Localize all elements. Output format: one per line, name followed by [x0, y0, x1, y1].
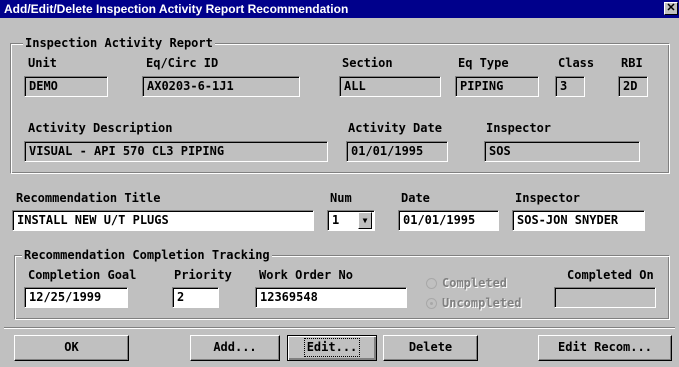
- class-label: Class: [558, 56, 595, 70]
- delete-button[interactable]: Delete: [383, 335, 478, 361]
- activity-description-field: VISUAL - API 570 CL3 PIPING: [24, 141, 328, 162]
- recommendation-title-input[interactable]: INSTALL NEW U/T PLUGS: [12, 210, 314, 231]
- edit-button[interactable]: Edit...: [287, 335, 377, 361]
- eq-type-label: Eq Type: [458, 56, 509, 70]
- activity-description-label: Activity Description: [28, 121, 173, 135]
- ok-button[interactable]: OK: [14, 335, 129, 361]
- completion-tracking-legend: Recommendation Completion Tracking: [22, 248, 272, 262]
- button-separator: [4, 327, 675, 329]
- num-dropdown-button[interactable]: ▼: [358, 212, 372, 229]
- num-label: Num: [330, 191, 352, 205]
- section-label: Section: [342, 56, 393, 70]
- eq-type-field: PIPING: [455, 76, 539, 97]
- inspection-activity-report-legend: Inspection Activity Report: [23, 36, 215, 50]
- edit-recom-button[interactable]: Edit Recom...: [538, 335, 672, 361]
- completed-label: Completed: [442, 276, 508, 290]
- add-button[interactable]: Add...: [190, 335, 280, 361]
- work-order-input[interactable]: 12369548: [255, 287, 407, 308]
- unit-field: DEMO: [24, 76, 108, 97]
- work-order-label: Work Order No: [259, 268, 353, 282]
- window-title: Add/Edit/Delete Inspection Activity Repo…: [4, 2, 349, 16]
- chevron-down-icon: ▼: [362, 216, 368, 225]
- uncompleted-radio[interactable]: [426, 298, 437, 309]
- recommendation-date-input[interactable]: 01/01/1995: [398, 210, 499, 231]
- num-value: 1: [332, 213, 340, 227]
- unit-label: Unit: [28, 56, 57, 70]
- uncompleted-label: Uncompleted: [442, 296, 522, 310]
- eq-circ-id-field: AX0203-6-1J1: [142, 76, 300, 97]
- completed-on-field: [554, 287, 656, 308]
- completion-goal-input[interactable]: 12/25/1999: [24, 287, 128, 308]
- completed-radio[interactable]: [426, 278, 437, 289]
- close-icon: ✕: [666, 2, 676, 14]
- recommendation-inspector-label: Inspector: [515, 191, 581, 205]
- recommendation-title-label: Recommendation Title: [16, 191, 161, 205]
- class-field: 3: [555, 76, 585, 97]
- completed-on-label: Completed On: [567, 268, 654, 282]
- completion-goal-label: Completion Goal: [28, 268, 137, 282]
- priority-input[interactable]: 2: [172, 287, 219, 308]
- rbi-label: RBI: [621, 56, 643, 70]
- report-inspector-field: SOS: [484, 141, 640, 162]
- edit-button-label: Edit...: [303, 338, 361, 357]
- activity-date-field: 01/01/1995: [346, 141, 448, 162]
- recommendation-date-label: Date: [401, 191, 430, 205]
- priority-label: Priority: [174, 268, 232, 282]
- rbi-field: 2D: [618, 76, 648, 97]
- recommendation-inspector-input[interactable]: SOS-JON SNYDER: [512, 210, 645, 231]
- activity-date-label: Activity Date: [348, 121, 442, 135]
- section-field: ALL: [339, 76, 441, 97]
- eq-circ-id-label: Eq/Circ ID: [146, 56, 219, 70]
- close-button[interactable]: ✕: [664, 2, 678, 15]
- report-inspector-label: Inspector: [486, 121, 552, 135]
